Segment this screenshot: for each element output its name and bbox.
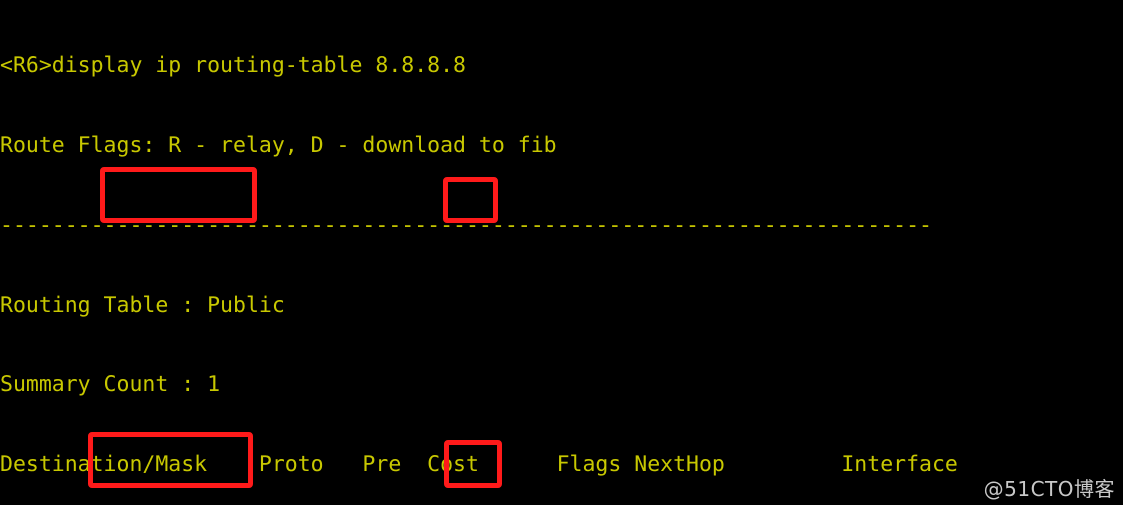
terminal-line-routing-table-1: Routing Table : Public <box>0 292 285 318</box>
terminal-line-column-headers-1: Destination/Mask Proto Pre Cost Flags Ne… <box>0 452 958 478</box>
terminal-window[interactable]: <R6>display ip routing-table 8.8.8.8 Rou… <box>0 0 1123 505</box>
terminal-line-summary-count-1: Summary Count : 1 <box>0 372 221 398</box>
terminal-line-flags-1: Route Flags: R - relay, D - download to … <box>0 132 557 158</box>
terminal-line-separator-1: ----------------------------------------… <box>0 212 932 238</box>
watermark-label: @51CTO博客 <box>983 477 1115 501</box>
terminal-line-cmd-1: <R6>display ip routing-table 8.8.8.8 <box>0 53 466 79</box>
terminal-output: <R6>display ip routing-table 8.8.8.8 Rou… <box>0 0 1123 505</box>
